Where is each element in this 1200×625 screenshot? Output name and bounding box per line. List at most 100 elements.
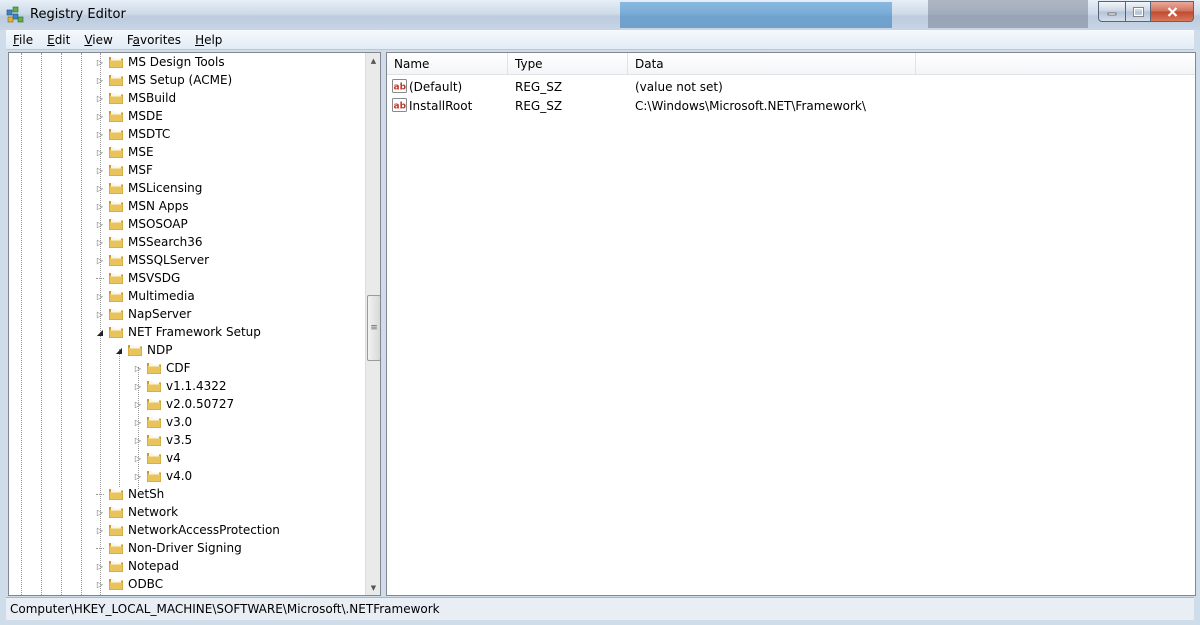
expand-arrow-icon[interactable]: ▷ bbox=[95, 165, 105, 175]
tree-item[interactable]: ▷ MSOSOAP bbox=[95, 215, 188, 233]
expand-arrow-icon[interactable]: ▷ bbox=[133, 453, 143, 463]
close-icon bbox=[1167, 6, 1177, 17]
tree-item[interactable]: ▷ MSDE bbox=[95, 107, 163, 125]
tree-guide-line bbox=[41, 53, 42, 595]
tree-item[interactable]: ▷ MSDTC bbox=[95, 125, 170, 143]
expand-arrow-icon[interactable]: ▷ bbox=[95, 129, 105, 139]
tree-item-label: NDP bbox=[147, 343, 173, 357]
title-bar[interactable]: Registry Editor bbox=[0, 0, 1200, 30]
tree-item[interactable]: ▷ ODBC bbox=[95, 575, 163, 593]
expand-arrow-icon[interactable]: ▷ bbox=[95, 147, 105, 157]
folder-icon bbox=[109, 182, 123, 194]
tree-item[interactable]: ▷ MSSearch36 bbox=[95, 233, 203, 251]
tree-item[interactable]: ▷ v1.1.4322 bbox=[133, 377, 227, 395]
tree-item[interactable]: ▷ v3.5 bbox=[133, 431, 192, 449]
expand-arrow-icon[interactable]: ▷ bbox=[95, 93, 105, 103]
tree-item[interactable]: ▷ v3.0 bbox=[133, 413, 192, 431]
menu-view[interactable]: View bbox=[77, 33, 119, 47]
folder-icon bbox=[109, 254, 123, 266]
expand-arrow-icon[interactable]: ▷ bbox=[95, 309, 105, 319]
expand-arrow-icon[interactable]: ▷ bbox=[95, 291, 105, 301]
expand-arrow-icon[interactable]: ▷ bbox=[95, 201, 105, 211]
column-header-filler bbox=[916, 53, 1195, 74]
tree-item[interactable]: ▷ CDF bbox=[133, 359, 191, 377]
tree-item-label: v3.5 bbox=[166, 433, 193, 447]
folder-icon bbox=[128, 344, 142, 356]
expand-arrow-icon[interactable]: ▷ bbox=[95, 237, 105, 247]
tree-item[interactable]: ◢ NDP bbox=[114, 341, 173, 359]
maximize-button[interactable] bbox=[1126, 1, 1151, 22]
scrollbar-thumb[interactable]: ≡ bbox=[367, 295, 380, 361]
menu-file[interactable]: File bbox=[6, 33, 40, 47]
menu-help[interactable]: Help bbox=[188, 33, 229, 47]
value-row[interactable]: ab InstallRoot REG_SZ C:\Windows\Microsoft.… bbox=[387, 96, 1028, 115]
expand-arrow-icon[interactable]: ▷ bbox=[95, 75, 105, 85]
tree-item[interactable]: ▷ MSN Apps bbox=[95, 197, 189, 215]
tree-item[interactable]: MSVSDG bbox=[95, 269, 180, 287]
column-header-name[interactable]: Name bbox=[387, 53, 508, 74]
expand-arrow-icon[interactable]: ▷ bbox=[133, 399, 143, 409]
maximize-icon bbox=[1132, 6, 1144, 17]
expand-arrow-icon[interactable]: ▷ bbox=[133, 471, 143, 481]
tree-vertical-scrollbar[interactable]: ▲ ≡ ▼ bbox=[365, 53, 380, 595]
tree-item[interactable]: ▷ MS Design Tools bbox=[95, 53, 225, 71]
expand-arrow-icon[interactable]: ▷ bbox=[95, 183, 105, 193]
expand-arrow-icon[interactable]: ▷ bbox=[95, 219, 105, 229]
folder-icon bbox=[109, 200, 123, 212]
tree-item[interactable]: ▷ MSSQLServer bbox=[95, 251, 209, 269]
tree-item[interactable]: ▷ v4 bbox=[133, 449, 181, 467]
tree-item[interactable]: ▷ Notepad bbox=[95, 557, 179, 575]
folder-icon bbox=[109, 164, 123, 176]
registry-editor-window: Registry Editor File Edit View Favorites Hel… bbox=[0, 0, 1200, 625]
expand-arrow-icon[interactable]: ▷ bbox=[95, 507, 105, 517]
tree-item[interactable]: ▷ MSBuild bbox=[95, 89, 176, 107]
expand-arrow-icon[interactable]: ▷ bbox=[133, 417, 143, 427]
expand-arrow-icon[interactable]: ▷ bbox=[95, 57, 105, 67]
column-header-type[interactable]: Type bbox=[508, 53, 628, 74]
minimize-button[interactable] bbox=[1098, 1, 1126, 22]
expand-arrow-icon[interactable]: ▷ bbox=[95, 255, 105, 265]
tree-item-label: MSBuild bbox=[128, 91, 177, 105]
scroll-up-arrow-icon[interactable]: ▲ bbox=[366, 53, 380, 68]
tree-item-label: MSOSOAP bbox=[128, 217, 188, 231]
value-row[interactable]: ab (Default) REG_SZ (value not set) bbox=[387, 77, 1028, 96]
tree-item-label: MSSQLServer bbox=[128, 253, 210, 267]
folder-icon bbox=[109, 92, 123, 104]
expand-arrow-icon[interactable]: ▷ bbox=[95, 111, 105, 121]
tree-item[interactable]: ▷ NetworkAccessProtection bbox=[95, 521, 280, 539]
tree-item[interactable]: ▷ Network bbox=[95, 503, 178, 521]
close-button[interactable] bbox=[1151, 1, 1194, 22]
tree-item[interactable]: ▷ v2.0.50727 bbox=[133, 395, 234, 413]
tree-item-label: v3.0 bbox=[166, 415, 193, 429]
tree-item-label: NapServer bbox=[128, 307, 192, 321]
expand-arrow-icon[interactable]: ▷ bbox=[95, 561, 105, 571]
tree-item[interactable]: ▷ MSLicensing bbox=[95, 179, 202, 197]
menu-edit[interactable]: Edit bbox=[40, 33, 77, 47]
tree-item-label: NetworkAccessProtection bbox=[128, 523, 280, 537]
expand-arrow-icon[interactable]: ▷ bbox=[95, 525, 105, 535]
collapse-arrow-icon[interactable]: ◢ bbox=[95, 327, 105, 337]
folder-icon bbox=[109, 524, 123, 536]
tree-item[interactable]: NetSh bbox=[95, 485, 164, 503]
tree-item-label: ODBC bbox=[128, 577, 164, 591]
svg-text:ab: ab bbox=[394, 83, 407, 93]
tree-item[interactable]: ▷ MSE bbox=[95, 143, 154, 161]
tree-item[interactable]: Non-Driver Signing bbox=[95, 539, 242, 557]
tree-item[interactable]: ▷ MS Setup (ACME) bbox=[95, 71, 232, 89]
registry-key-tree[interactable]: ▲ ≡ ▼ ▷ MS Design Tools ▷ MS Setup (ACME) ▷ M… bbox=[8, 52, 381, 596]
expand-arrow-icon[interactable]: ▷ bbox=[95, 579, 105, 589]
status-bar: Computer\HKEY_LOCAL_MACHINE\SOFTWARE\Mic… bbox=[6, 597, 1194, 620]
tree-item[interactable]: ▷ MSF bbox=[95, 161, 153, 179]
expand-arrow-icon[interactable]: ▷ bbox=[133, 435, 143, 445]
expand-arrow-icon[interactable]: ▷ bbox=[133, 363, 143, 373]
tree-item[interactable]: ▷ Multimedia bbox=[95, 287, 195, 305]
registry-values-list[interactable]: Name Type Data ab (Default) REG_SZ (value n… bbox=[386, 52, 1196, 596]
tree-item[interactable]: ◢ NET Framework Setup bbox=[95, 323, 261, 341]
collapse-arrow-icon[interactable]: ◢ bbox=[114, 345, 124, 355]
column-header-data[interactable]: Data bbox=[628, 53, 916, 74]
menu-favorites[interactable]: Favorites bbox=[120, 33, 188, 47]
scroll-down-arrow-icon[interactable]: ▼ bbox=[366, 580, 380, 595]
tree-item[interactable]: ▷ v4.0 bbox=[133, 467, 192, 485]
expand-arrow-icon[interactable]: ▷ bbox=[133, 381, 143, 391]
tree-item[interactable]: ▷ NapServer bbox=[95, 305, 191, 323]
